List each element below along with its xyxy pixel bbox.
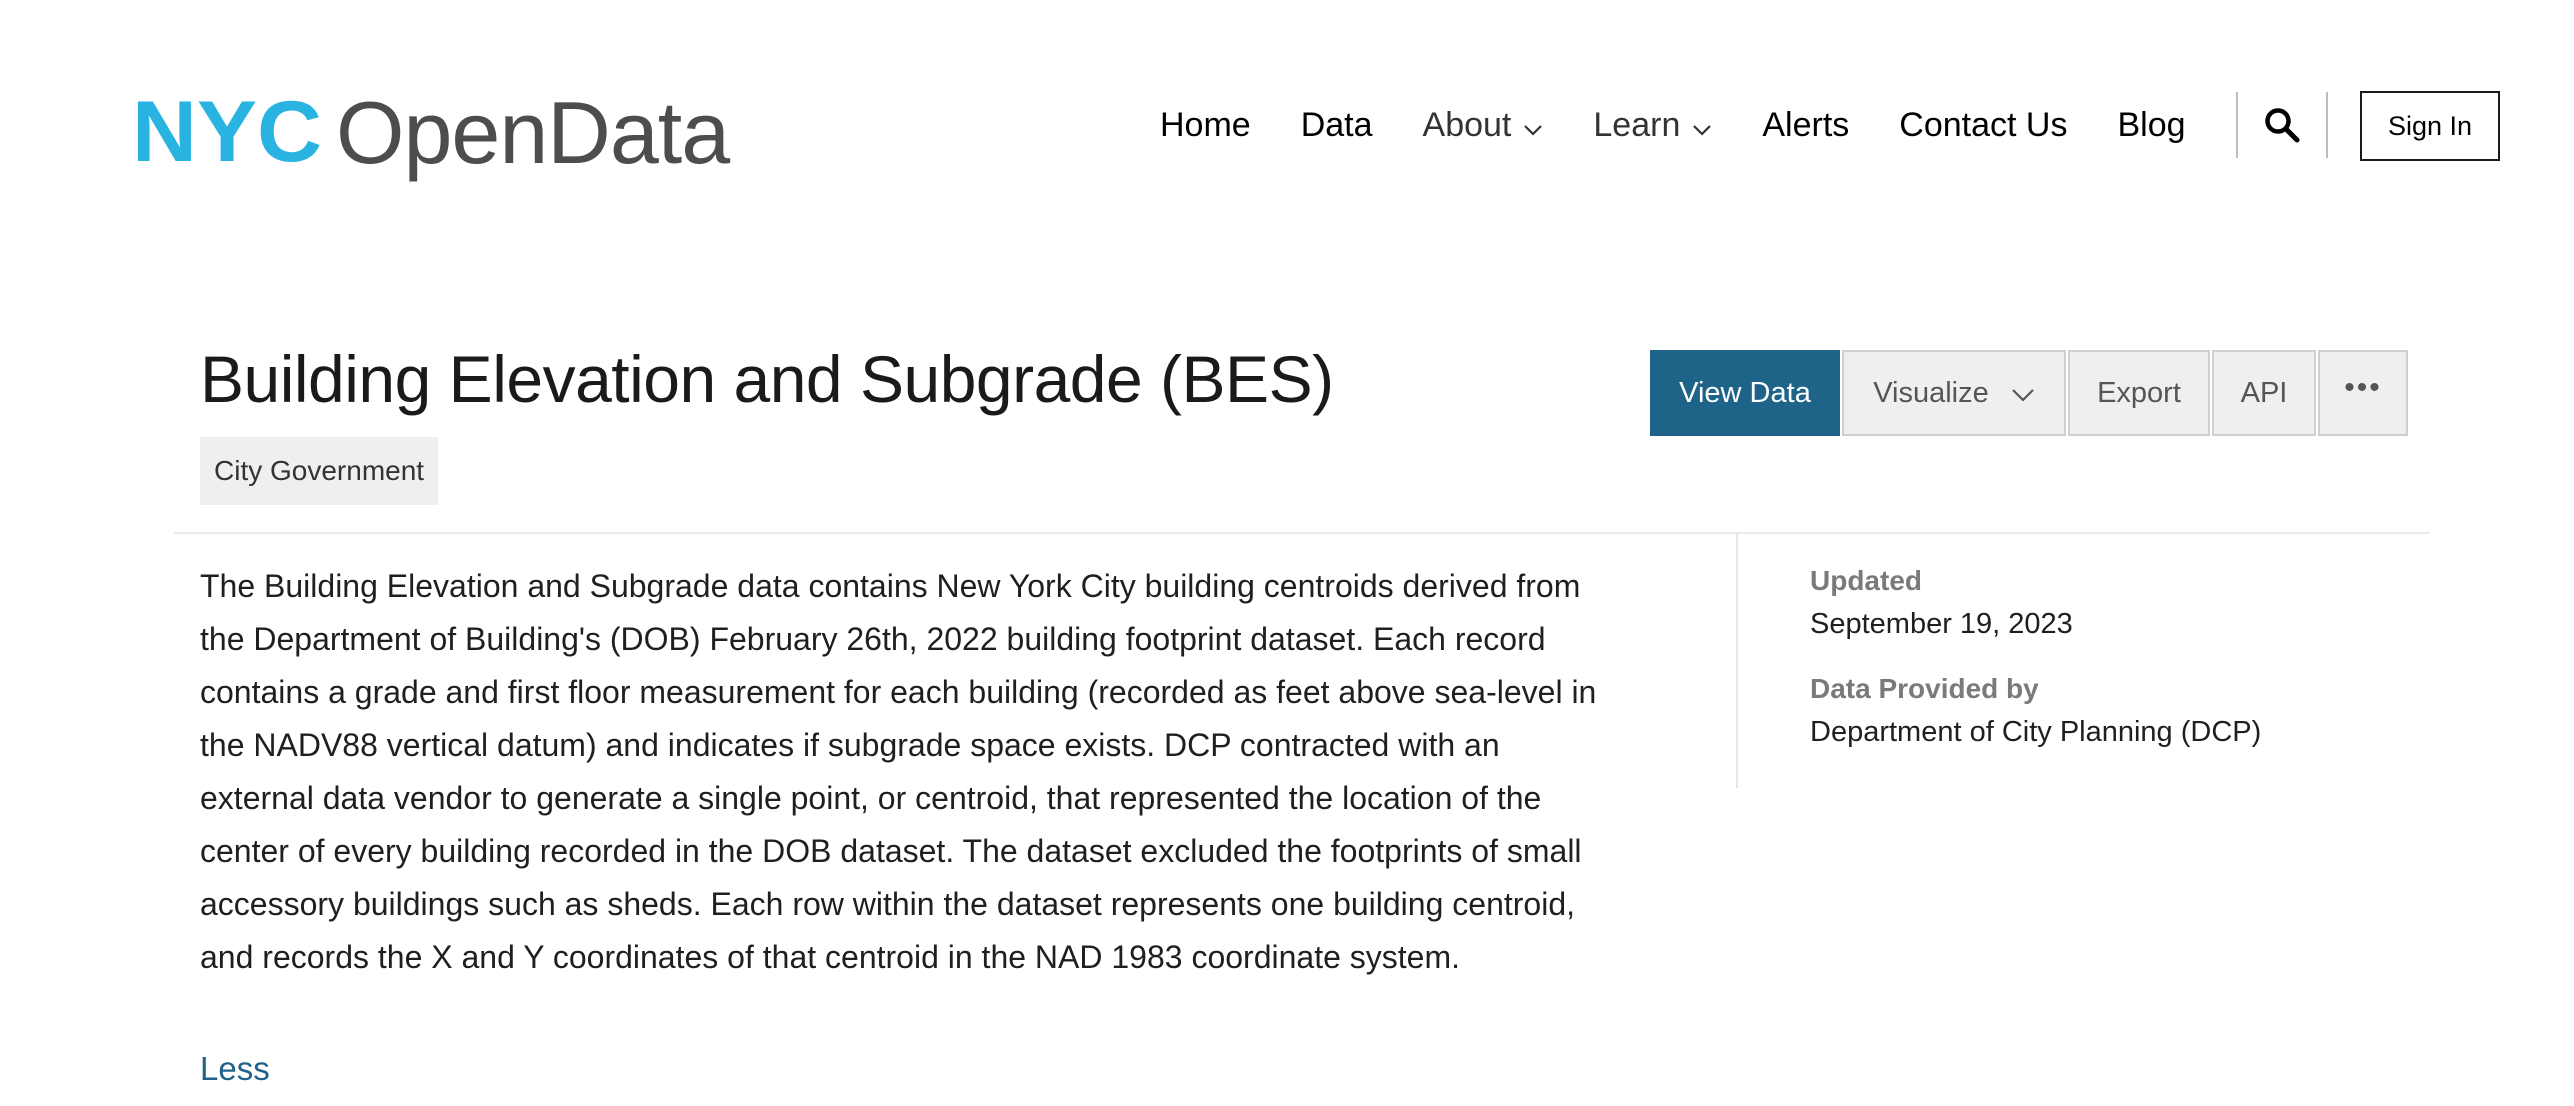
nav-learn-label: Learn <box>1593 105 1681 144</box>
nav-about[interactable]: About <box>1423 106 1544 145</box>
chevron-down-icon <box>1523 106 1543 145</box>
visualize-label: Visualize <box>1873 376 1989 409</box>
nav-learn[interactable]: Learn <box>1593 106 1712 145</box>
nav-data-label: Data <box>1300 105 1373 144</box>
nav-home-label: Home <box>1160 105 1251 144</box>
nav-home[interactable]: Home <box>1160 106 1251 145</box>
page-title: Building Elevation and Subgrade (BES) <box>200 342 1334 416</box>
nav-contact-us[interactable]: Contact Us <box>1899 106 2067 145</box>
chevron-down-icon <box>1692 106 1712 145</box>
search-button[interactable] <box>2238 92 2326 158</box>
nav-alerts[interactable]: Alerts <box>1762 106 1849 145</box>
provider-label: Data Provided by <box>1810 673 2039 704</box>
logo-wordmark: OpenData <box>336 83 730 182</box>
sign-in-button[interactable]: Sign In <box>2360 91 2500 161</box>
less-link[interactable]: Less <box>200 1050 270 1088</box>
nav-blog-label: Blog <box>2117 105 2186 144</box>
nyc-logo-mark: NYC <box>134 95 320 167</box>
svg-text:NYC: NYC <box>134 95 320 167</box>
nav-contact-us-label: Contact Us <box>1899 105 2068 144</box>
sidebar-divider <box>1736 532 1738 788</box>
section-divider <box>174 532 2430 534</box>
visualize-button[interactable]: Visualize <box>1842 350 2066 436</box>
nav-blog[interactable]: Blog <box>2117 106 2185 145</box>
nav-divider <box>2325 92 2328 158</box>
updated-value: September 19, 2023 <box>1810 608 2073 640</box>
nav-about-label: About <box>1422 105 1512 144</box>
nav-alerts-label: Alerts <box>1762 105 1850 144</box>
api-button[interactable]: API <box>2212 350 2316 436</box>
ellipsis-icon: ••• <box>2344 371 2382 404</box>
more-options-button[interactable]: ••• <box>2318 350 2408 436</box>
chevron-down-icon <box>2011 377 2035 410</box>
view-data-button[interactable]: View Data <box>1650 350 1840 436</box>
dataset-description: The Building Elevation and Subgrade data… <box>200 568 1597 975</box>
site-header: NYC OpenData Home Data About Learn Alert… <box>0 0 2574 260</box>
nav-data[interactable]: Data <box>1301 106 1373 145</box>
provider-value: Department of City Planning (DCP) <box>1810 716 2262 748</box>
updated-label: Updated <box>1810 565 1922 596</box>
dataset-actions: View Data Visualize Export API ••• <box>1650 350 2410 436</box>
search-icon <box>2264 108 2300 143</box>
main-nav: Home Data About Learn Alerts Contact Us … <box>1160 92 2328 158</box>
export-button[interactable]: Export <box>2068 350 2210 436</box>
category-tag[interactable]: City Government <box>200 437 439 505</box>
nyc-opendata-logo[interactable]: NYC OpenData <box>134 83 730 182</box>
dataset-metadata: Updated September 19, 2023 Data Provided… <box>1810 562 2261 778</box>
